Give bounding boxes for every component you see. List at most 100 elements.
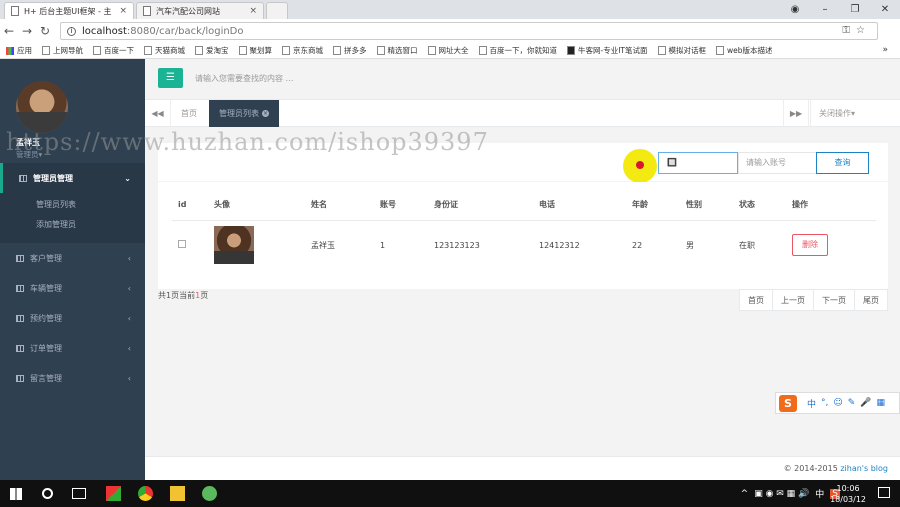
id-card-cell: 123123123 [434,240,480,250]
sidebar-item-messages[interactable]: 留言管理 ‹ [0,363,145,393]
windows-start-icon[interactable] [10,488,22,500]
bookmark[interactable]: web版本描述 [716,45,773,56]
folder-icon [427,46,436,55]
chevron-left-icon: ‹ [127,253,131,263]
sidebar-subitem-admin-list[interactable]: 管理员列表 [0,195,145,215]
footer-brand-link[interactable]: zihan's blog [840,464,888,473]
taskbar-clock[interactable]: 10:06 18/03/12 [830,483,866,505]
task-view-icon[interactable] [72,488,86,499]
bookmark[interactable]: 天猫商城 [144,45,185,56]
grid-icon [16,314,24,322]
url-bar[interactable]: i localhost:8080/car/back/loginDo ⚿☆ [60,22,878,40]
forward-icon[interactable]: → [18,24,36,38]
browser-tabbar: H+ 后台主题UI框架 - 主 × 汽车汽配公司网站 × ◉ – ❐ ✕ [0,0,900,19]
tray-expand-icon[interactable]: ^ [741,489,749,499]
delete-button[interactable]: 删除 [792,234,828,257]
minimize-icon[interactable]: – [810,0,840,19]
close-icon[interactable]: × [249,6,257,16]
name-cell: 孟祥玉 [311,240,335,250]
query-button[interactable]: 查询 [816,152,869,174]
editor-icon[interactable] [202,486,217,501]
chrome-icon[interactable] [138,486,153,501]
scroll-left-icon[interactable]: ◀◀ [145,100,171,127]
chevron-left-icon: ‹ [127,313,131,323]
bookmark[interactable]: 京东商城 [282,45,323,56]
page-footer: © 2014-2015 zihan's blog [145,456,900,480]
address-row: ← → ↻ i localhost:8080/car/back/loginDo … [0,19,900,43]
folder-icon [195,46,203,55]
bookmark[interactable]: 爱淘宝 [195,45,229,56]
ime-toolbox-icon[interactable]: ▦ [877,398,886,408]
col-gender: 性别 [680,190,733,221]
bookmark[interactable]: 聚划算 [238,45,272,56]
window-close-icon[interactable]: ✕ [870,0,900,19]
new-tab-button[interactable] [266,2,288,19]
row-checkbox-cell [172,220,208,270]
bookmark[interactable]: 上网导航 [42,45,83,56]
back-icon[interactable]: ← [0,24,18,38]
global-search-input[interactable]: 请输入您需要查找的内容 … [195,73,294,84]
admin-table-panel: id 头像 姓名 账号 身份证 电话 年龄 性别 状态 操作 孟祥玉 1 123… [158,182,888,289]
sidebar-item-appointments[interactable]: 预约管理 ‹ [0,303,145,333]
sidebar-subitem-add-admin[interactable]: 添加管理员 [0,215,145,235]
tab-home[interactable]: 首页 [171,100,207,127]
file-explorer-icon[interactable] [170,486,185,501]
first-page-button[interactable]: 首页 [739,289,773,311]
bookmark[interactable]: 精选窗口 [376,45,418,56]
folder-icon [478,46,487,55]
sogou-logo-icon[interactable]: S [779,394,797,412]
next-page-button[interactable]: 下一页 [813,289,855,311]
bookmark[interactable]: 网址大全 [427,45,469,56]
key-star-icons[interactable]: ⚿☆ [842,25,871,36]
col-status: 状态 [733,190,786,221]
bookmark[interactable]: 模拟对话框 [657,45,706,56]
browser-tab-admin[interactable]: H+ 后台主题UI框架 - 主 × [4,2,134,19]
ime-chinese-mode[interactable]: 中 [807,397,816,410]
prev-page-button[interactable]: 上一页 [772,289,814,311]
tab-title: H+ 后台主题UI框架 - 主 [24,6,112,16]
clock-time: 10:06 [836,484,860,493]
sidebar-item-customers[interactable]: 客户管理 ‹ [0,243,145,273]
close-icon[interactable]: × [262,110,269,117]
notification-icon[interactable] [878,487,890,498]
tab-admin-list[interactable]: 管理员列表 × [209,100,279,127]
scroll-right-icon[interactable]: ▶▶ [783,100,809,127]
bookmark-apps[interactable]: 应用 [6,45,32,56]
account-input[interactable]: 请输入账号 [738,152,818,174]
age-cell: 22 [632,240,643,250]
watermark-text: https://www.huzhan.com/ishop39397 [6,128,489,156]
col-age: 年龄 [626,190,680,221]
close-ops-dropdown[interactable]: 关闭操作▾ [810,100,900,127]
ime-handwriting-icon[interactable]: ✎ [848,398,856,408]
chevron-down-icon: ⌄ [124,173,131,183]
maximize-icon[interactable]: ❐ [840,0,870,19]
bookmark[interactable]: 牛客网-专业IT笔试面 [567,45,648,56]
grid-icon [16,344,24,352]
tray-apps-icon[interactable]: ▣ ◉ ✉ ▦ 🔊 [754,489,809,499]
close-icon[interactable]: × [119,6,127,16]
search-type-select[interactable]: 🔲 [658,152,738,174]
sidebar-item-admin[interactable]: 管理员管理 ⌄ [0,163,145,193]
bookmark[interactable]: 百度一下，你就知道 [478,45,557,56]
sidebar-item-orders[interactable]: 订单管理 ‹ [0,333,145,363]
info-icon[interactable]: i [67,26,76,36]
row-checkbox[interactable] [178,240,186,249]
bookmark[interactable]: 拼多多 [333,45,367,56]
reload-icon[interactable]: ↻ [36,24,54,38]
menu-toggle-button[interactable]: ☰ [158,68,183,88]
bookmark[interactable]: 百度一下 [93,45,134,56]
account-icon[interactable]: ◉ [780,0,810,19]
ime-punctuation-icon[interactable]: °, [821,398,828,408]
sidebar-subnav: 管理员列表 添加管理员 [0,193,145,243]
app-icon[interactable] [106,486,121,501]
ime-voice-icon[interactable]: 🎤 [860,398,871,408]
tray-ime-icon[interactable]: 中 [815,487,824,500]
col-avatar: 头像 [208,190,305,221]
more-bookmarks-icon[interactable]: » [882,45,888,55]
ime-emoji-icon[interactable]: ☺ [833,398,842,408]
cortana-icon[interactable] [42,488,53,499]
sidebar-item-vehicles[interactable]: 车辆管理 ‹ [0,273,145,303]
last-page-button[interactable]: 尾页 [854,289,888,311]
browser-tab-site[interactable]: 汽车汽配公司网站 × [136,2,264,19]
content-tabs: ◀◀ 首页 管理员列表 × ▶▶ 关闭操作▾ [145,100,900,127]
